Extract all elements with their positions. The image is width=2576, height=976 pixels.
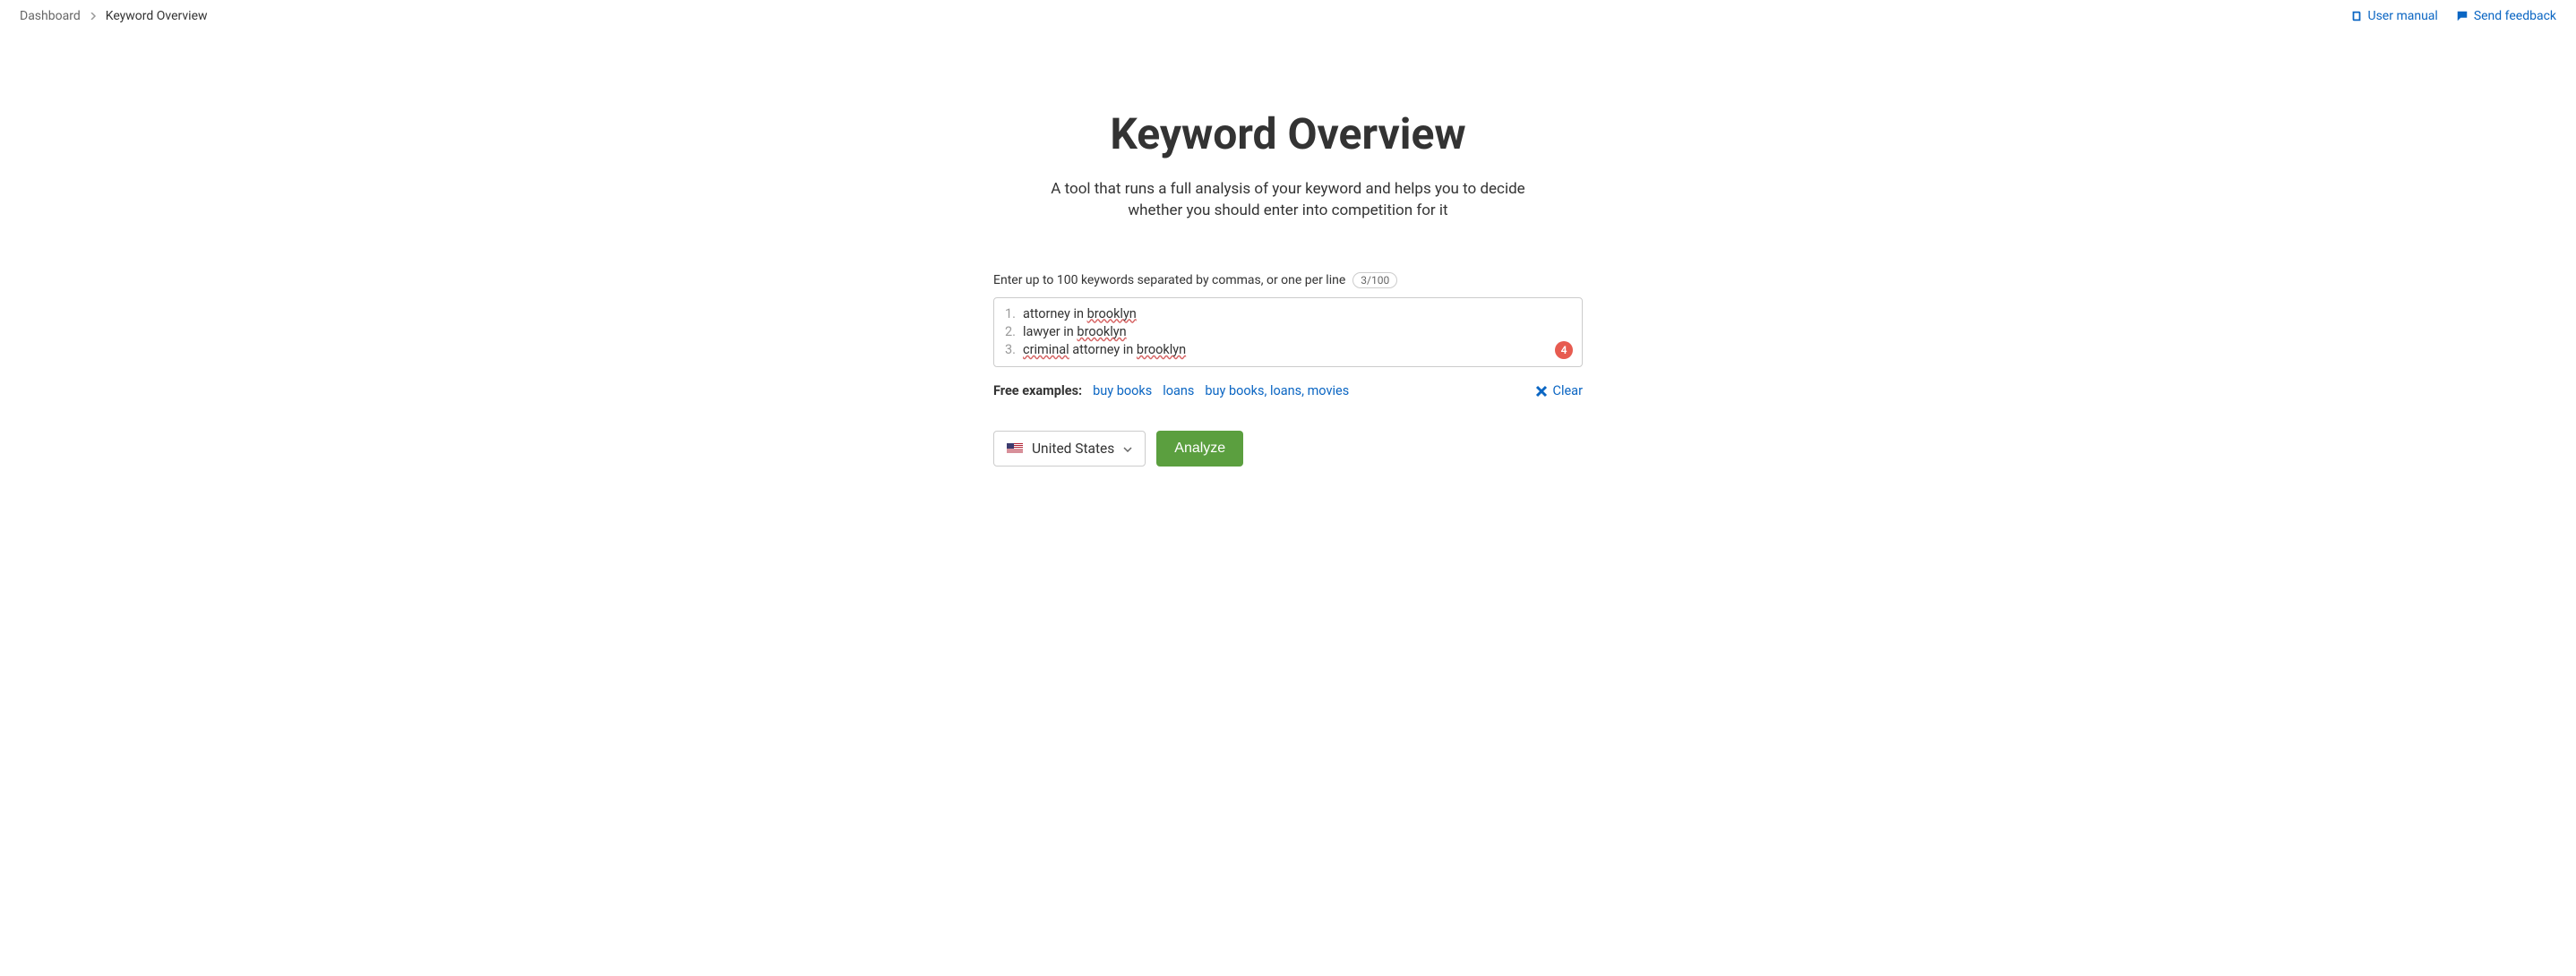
keyword-list: attorney in brooklyn lawyer in brooklyn … [1003, 305, 1573, 360]
input-label-row: Enter up to 100 keywords separated by co… [993, 272, 1583, 288]
page-subtitle: A tool that runs a full analysis of your… [1046, 179, 1530, 222]
examples-row: Free examples: buy books loans buy books… [993, 383, 1583, 398]
send-feedback-label: Send feedback [2474, 9, 2556, 23]
header-links: User manual Send feedback [2350, 9, 2557, 23]
clear-button[interactable]: Clear [1535, 383, 1583, 398]
country-select[interactable]: United States [993, 431, 1146, 467]
keyword-textarea[interactable]: attorney in brooklyn lawyer in brooklyn … [993, 297, 1583, 368]
chevron-down-icon [1123, 442, 1132, 455]
keyword-count-badge: 3/100 [1352, 272, 1397, 288]
breadcrumb-root[interactable]: Dashboard [20, 9, 81, 23]
examples-label: Free examples: [993, 383, 1082, 398]
keyword-line: lawyer in brooklyn [1003, 323, 1573, 341]
speech-bubble-icon [2456, 10, 2469, 22]
clear-label: Clear [1553, 383, 1583, 398]
user-manual-link[interactable]: User manual [2350, 9, 2438, 23]
example-link[interactable]: buy books, loans, movies [1205, 383, 1349, 398]
close-icon [1535, 385, 1548, 398]
us-flag-icon [1007, 443, 1023, 454]
action-row: United States Analyze [993, 431, 1583, 467]
main-content: Keyword Overview A tool that runs a full… [0, 32, 2576, 467]
keyword-form: Enter up to 100 keywords separated by co… [993, 272, 1583, 467]
analyze-button[interactable]: Analyze [1156, 431, 1243, 467]
example-link[interactable]: buy books [1093, 383, 1152, 398]
breadcrumb: Dashboard Keyword Overview [20, 9, 208, 23]
send-feedback-link[interactable]: Send feedback [2456, 9, 2556, 23]
chevron-right-icon [90, 10, 97, 22]
breadcrumb-current: Keyword Overview [106, 9, 208, 23]
header-bar: Dashboard Keyword Overview User manual S… [0, 0, 2576, 32]
user-manual-label: User manual [2368, 9, 2438, 23]
keyword-line: criminal attorney in brooklyn [1003, 341, 1573, 359]
example-link[interactable]: loans [1163, 383, 1194, 398]
page-title: Keyword Overview [1110, 108, 1465, 159]
country-label: United States [1032, 441, 1114, 457]
input-label: Enter up to 100 keywords separated by co… [993, 273, 1345, 287]
book-icon [2350, 10, 2363, 22]
keyword-line: attorney in brooklyn [1003, 305, 1573, 323]
